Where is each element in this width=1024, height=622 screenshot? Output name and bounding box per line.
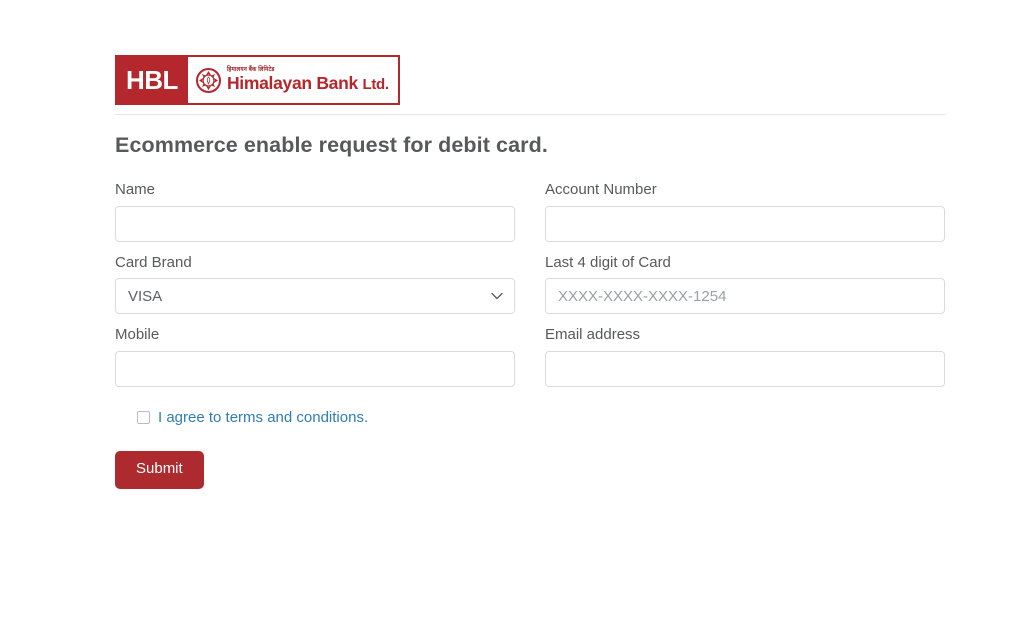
form-group-mobile: Mobile [115, 325, 515, 387]
logo-native-name: हिमालयन बैंक लिमिटेड [226, 65, 275, 73]
form-group-name: Name [115, 180, 515, 242]
brand-header: HBL हिमालयन बैंक लिमिटेड Himalayan Bank … [115, 0, 946, 105]
form-group-card-brand: Card Brand VISA [115, 253, 515, 314]
page-title: Ecommerce enable request for debit card. [115, 133, 548, 157]
form-row-mobile-email: Mobile Email address [115, 325, 946, 387]
form-row-brand-card: Card Brand VISA Last 4 digit of Card [115, 253, 946, 314]
form-row-name-account: Name Account Number [115, 180, 946, 242]
ecommerce-enable-form: Name Account Number Card Brand VISA Last… [115, 180, 946, 489]
terms-checkbox[interactable] [137, 410, 150, 424]
form-group-account-number: Account Number [545, 180, 945, 242]
account-number-input[interactable] [545, 205, 945, 242]
logo-bank-suffix: Ltd. [362, 76, 390, 93]
name-input[interactable] [115, 205, 515, 242]
header-divider [115, 114, 946, 115]
terms-label[interactable]: I agree to terms and conditions. [158, 408, 368, 428]
logo-bank-name: Himalayan Bank Ltd. [226, 73, 390, 93]
email-input[interactable] [545, 350, 945, 387]
logo-panel: हिमालयन बैंक लिमिटेड Himalayan Bank Ltd. [187, 57, 398, 103]
submit-button[interactable]: Submit [115, 451, 204, 489]
mobile-input[interactable] [115, 350, 515, 387]
page-container: HBL हिमालयन बैंक लिमिटेड Himalayan Bank … [115, 0, 946, 489]
last-four-label: Last 4 digit of Card [545, 253, 671, 271]
email-label: Email address [545, 326, 641, 343]
logo-wordmark: हिमालयन बैंक लिमिटेड Himalayan Bank Ltd. [226, 65, 390, 93]
name-label: Name [115, 181, 156, 198]
card-brand-select[interactable]: VISA [115, 278, 515, 314]
himalayan-bank-emblem-icon [195, 67, 221, 93]
card-brand-select-wrap: VISA [115, 278, 515, 314]
terms-row: I agree to terms and conditions. [137, 408, 946, 428]
card-brand-label: Card Brand [115, 253, 192, 271]
form-group-last-four: Last 4 digit of Card [545, 253, 945, 314]
account-number-label: Account Number [545, 181, 657, 198]
mobile-label: Mobile [115, 326, 160, 343]
logo-bank-name-text: Himalayan Bank [226, 73, 358, 93]
last-four-input[interactable] [545, 278, 945, 314]
logo-initials: HBL [117, 57, 188, 103]
bank-logo: HBL हिमालयन बैंक लिमिटेड Himalayan Bank … [115, 55, 400, 105]
page-root: HBL हिमालयन बैंक लिमिटेड Himalayan Bank … [0, 0, 1024, 622]
form-group-email: Email address [545, 325, 945, 387]
